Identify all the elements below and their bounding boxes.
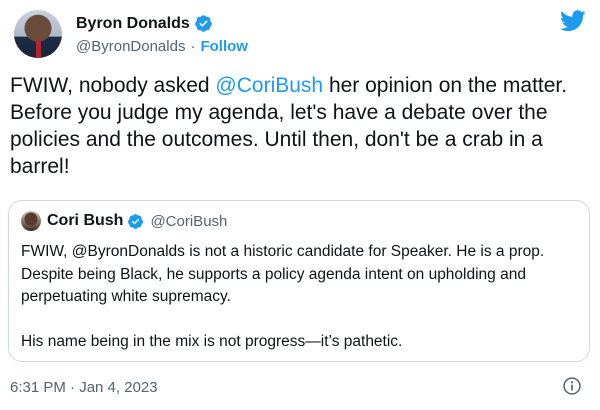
author-handle[interactable]: @ByronDonalds [76, 38, 185, 55]
quoted-author-display-name: Cori Bush [47, 212, 124, 229]
verified-badge-icon [194, 15, 212, 32]
quoted-tweet-paragraph-1: FWIW, @ByronDonalds is not a historic ca… [21, 243, 545, 305]
tweet-text: FWIW, nobody asked @CoriBush her opinion… [10, 72, 590, 180]
info-icon[interactable] [562, 376, 582, 396]
author-name-row: Byron Donalds [76, 14, 213, 33]
author-avatar[interactable] [14, 10, 62, 58]
quoted-author-avatar [21, 211, 41, 231]
quoted-tweet-card[interactable]: Cori Bush @CoriBush FWIW, @ByronDonalds … [8, 200, 590, 362]
author-display-name[interactable]: Byron Donalds [76, 15, 190, 33]
separator-dot: · [190, 38, 196, 55]
follow-button[interactable]: Follow [200, 38, 248, 55]
quoted-tweet-header: Cori Bush @CoriBush [21, 211, 227, 231]
quoted-tweet-body: FWIW, @ByronDonalds is not a historic ca… [21, 241, 577, 353]
quoted-author-handle: @CoriBush [150, 212, 228, 230]
tweet-text-before: FWIW, nobody asked [10, 74, 216, 97]
tweet-header: Byron Donalds @ByronDonalds · Follow [14, 10, 590, 66]
author-handle-row: @ByronDonalds · Follow [76, 38, 248, 55]
quoted-tweet-paragraph-2: His name being in the mix is not progres… [21, 332, 403, 350]
avatar-tie [36, 40, 41, 58]
verified-badge-icon [128, 213, 144, 229]
tweet-footer: 6:31 PM · Jan 4, 2023 [10, 376, 586, 398]
twitter-bird-icon[interactable] [560, 10, 586, 32]
mention-link[interactable]: @CoriBush [215, 74, 323, 97]
tweet-timestamp[interactable]: 6:31 PM · Jan 4, 2023 [10, 379, 158, 396]
